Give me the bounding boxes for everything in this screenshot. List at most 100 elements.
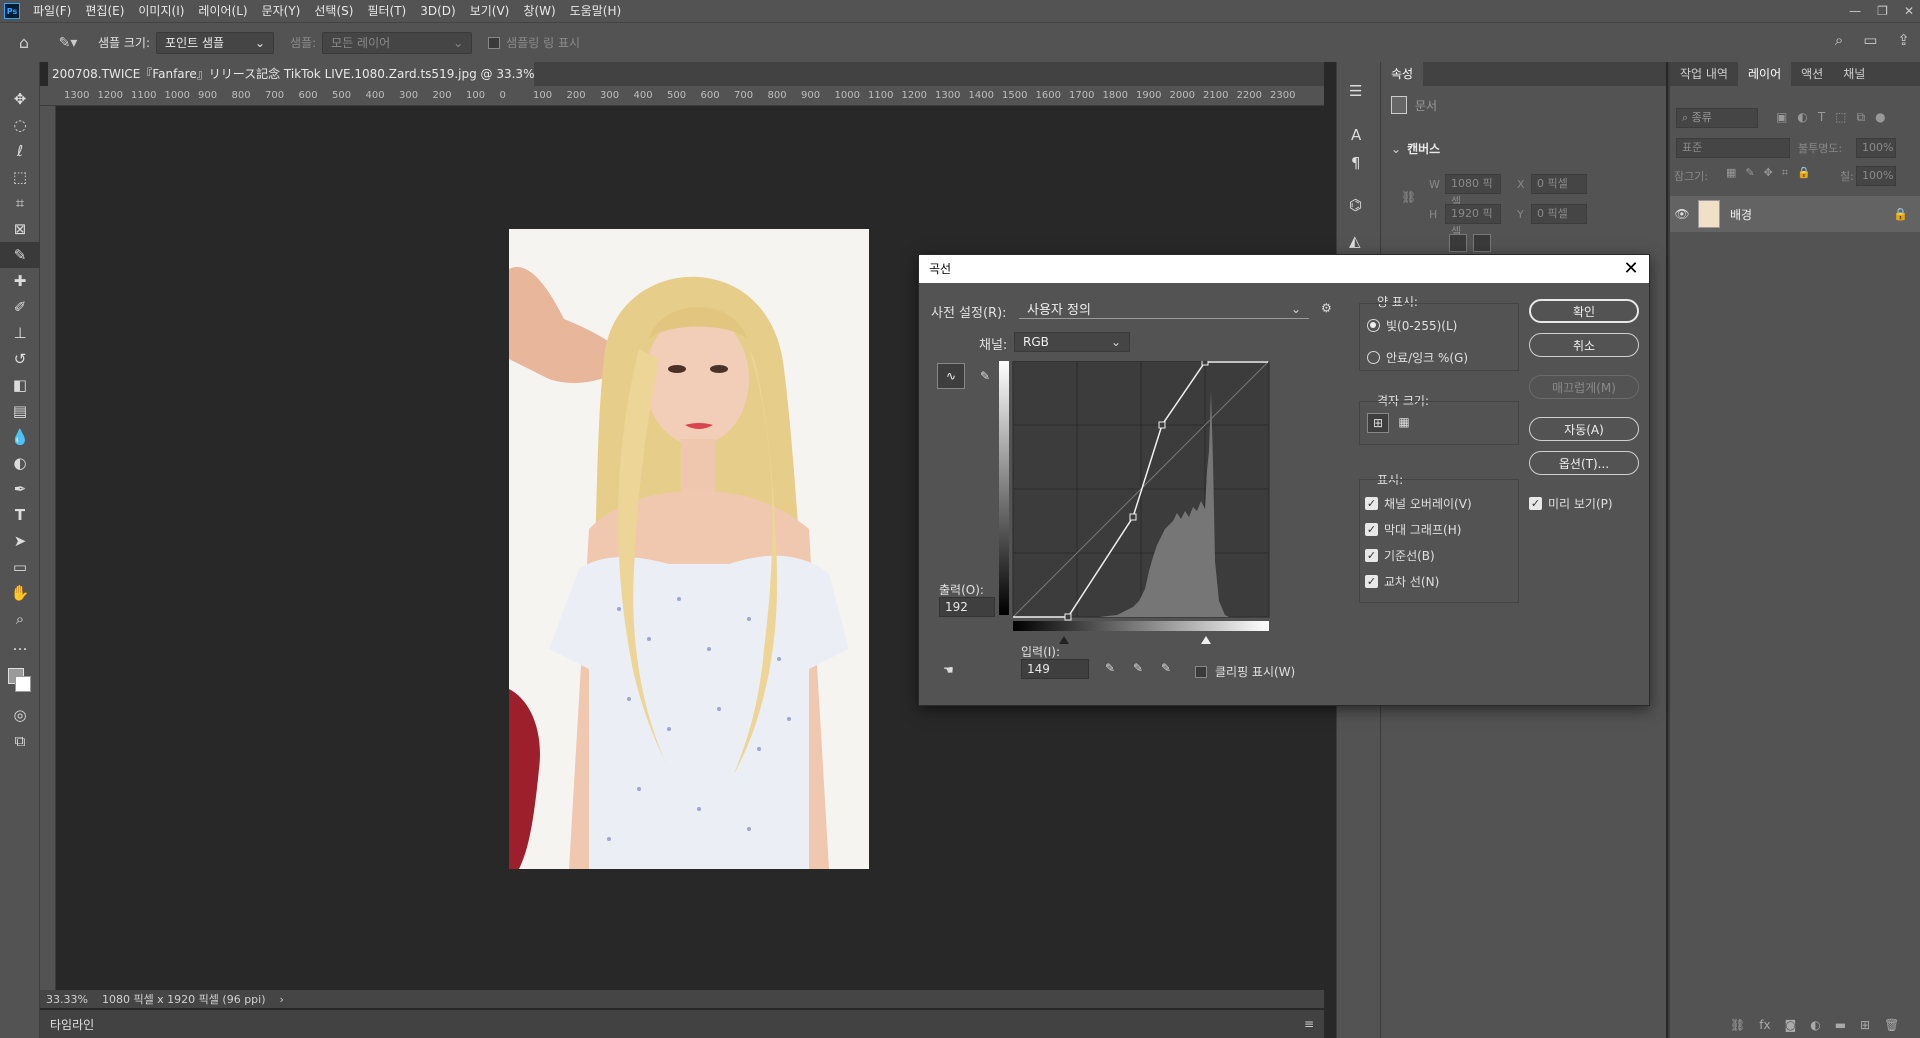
light-radio-row[interactable]: 빛(0-255)(L) <box>1367 317 1457 334</box>
pigment-radio[interactable] <box>1367 351 1380 364</box>
healing-brush-tool-icon[interactable]: ✚ <box>0 268 40 294</box>
background-color-icon[interactable] <box>15 676 31 692</box>
frame-tool-icon[interactable]: ⊠ <box>0 216 40 242</box>
menu-item[interactable]: 레이어(L) <box>191 0 254 22</box>
layer-row[interactable]: 👁 배경 🔒 <box>1670 196 1920 232</box>
preset-select[interactable]: 사용자 정의 ⌄ <box>1019 299 1309 319</box>
filter-smart-icon[interactable]: ⧉ <box>1857 110 1866 125</box>
white-point-slider[interactable] <box>1201 636 1211 644</box>
layer-name[interactable]: 배경 <box>1730 206 1752 223</box>
share-icon[interactable]: ⇪ <box>1897 31 1910 49</box>
output-field[interactable]: 192 <box>939 597 995 617</box>
clone-stamp-tool-icon[interactable]: ⊥ <box>0 320 40 346</box>
curve-control-point[interactable] <box>1201 361 1209 366</box>
paths-panel-icon[interactable]: ⌬ <box>1349 196 1362 214</box>
cancel-button[interactable]: 취소 <box>1529 333 1639 357</box>
height-field[interactable]: 1920 픽셀 <box>1445 204 1501 238</box>
filter-toggle-icon[interactable]: ● <box>1875 110 1885 125</box>
preview-checkbox[interactable]: ✓ <box>1529 497 1542 510</box>
menu-item[interactable]: 보기(V) <box>463 0 517 22</box>
link-layers-icon[interactable]: ⛓ <box>1730 1018 1745 1032</box>
intersection-row[interactable]: ✓ 교차 선(N) <box>1365 573 1439 590</box>
width-field[interactable]: 1080 픽셀 <box>1445 174 1501 208</box>
sample-size-select[interactable]: 포인트 샘플 ⌄ <box>156 31 275 54</box>
curve-control-point[interactable] <box>1129 513 1137 521</box>
workspace-icon[interactable]: ▭ <box>1863 31 1877 49</box>
channel-overlay-row[interactable]: ✓ 채널 오버레이(V) <box>1365 495 1472 512</box>
auto-button[interactable]: 자동(A) <box>1529 417 1639 441</box>
character-panel-icon[interactable]: A <box>1351 126 1361 144</box>
trash-icon[interactable]: 🗑 <box>1884 1018 1899 1032</box>
timeline-label[interactable]: 타임라인 <box>50 1016 94 1033</box>
simple-grid-icon[interactable]: ⊞ <box>1367 413 1389 433</box>
black-point-slider[interactable] <box>1059 636 1069 644</box>
channel-overlay-checkbox[interactable]: ✓ <box>1365 497 1378 510</box>
move-tool-icon[interactable]: ✥ <box>0 86 40 112</box>
screen-mode-icon[interactable]: ⧉ <box>0 728 40 754</box>
menu-item[interactable]: 파일(F) <box>26 0 78 22</box>
tab-properties[interactable]: 속성 <box>1381 62 1424 86</box>
smooth-button[interactable]: 매끄럽게(M) <box>1529 375 1639 399</box>
layers-panel-tab[interactable]: 채널 <box>1833 62 1875 86</box>
new-layer-icon[interactable]: ⊞ <box>1860 1018 1870 1032</box>
filter-type-icon[interactable]: T <box>1818 110 1825 125</box>
landscape-orientation-icon[interactable] <box>1473 234 1491 252</box>
eye-icon[interactable]: 👁 <box>1670 207 1694 221</box>
zoom-level[interactable]: 33.33% <box>46 993 88 1006</box>
curve-edit-point-tool[interactable]: ∿ <box>937 363 965 389</box>
pigment-radio-row[interactable]: 안료/잉크 %(G) <box>1367 349 1468 366</box>
brush-tool-icon[interactable]: ✐ <box>0 294 40 320</box>
new-group-icon[interactable]: ▬ <box>1835 1018 1846 1032</box>
light-radio[interactable] <box>1367 319 1380 332</box>
adjustments-panel-icon[interactable]: ◭ <box>1349 232 1361 250</box>
color-swatches[interactable] <box>0 658 39 702</box>
menu-item[interactable]: 선택(S) <box>307 0 360 22</box>
menu-item[interactable]: 3D(D) <box>413 0 462 22</box>
curve-control-point[interactable] <box>1158 421 1166 429</box>
menu-item[interactable]: 편집(E) <box>78 0 131 22</box>
curve-graph[interactable] <box>999 361 1279 631</box>
chevron-down-icon[interactable]: ⌄ <box>1391 142 1401 156</box>
layer-style-icon[interactable]: fx <box>1759 1018 1770 1032</box>
blend-mode-select[interactable]: 표준 <box>1676 138 1790 158</box>
intersection-checkbox[interactable]: ✓ <box>1365 575 1378 588</box>
panel-menu-icon[interactable]: ≡ <box>1304 1017 1314 1031</box>
blur-tool-icon[interactable]: 💧 <box>0 424 40 450</box>
layers-panel-tab[interactable]: 액션 <box>1791 62 1833 86</box>
object-select-tool-icon[interactable]: ⬚ <box>0 164 40 190</box>
dodge-tool-icon[interactable]: ◐ <box>0 450 40 476</box>
type-tool-icon[interactable]: T <box>0 502 40 528</box>
sample-select[interactable]: 모든 레이어 ⌄ <box>322 31 473 54</box>
menu-item[interactable]: 필터(T) <box>360 0 413 22</box>
pen-tool-icon[interactable]: ✒ <box>0 476 40 502</box>
black-eyedropper-icon[interactable]: ✎ <box>1105 661 1115 675</box>
clipping-checkbox[interactable] <box>1195 665 1207 678</box>
layer-filter-select[interactable]: ⌕ 종류 <box>1676 108 1758 128</box>
pencil-icon[interactable]: ✎ <box>971 363 999 389</box>
path-select-tool-icon[interactable]: ➤ <box>0 528 40 554</box>
channel-select[interactable]: RGB ⌄ <box>1014 332 1130 352</box>
y-field[interactable]: 0 픽셀 <box>1531 204 1587 224</box>
crop-tool-icon[interactable]: ⌗ <box>0 190 40 216</box>
filter-adjustment-icon[interactable]: ◐ <box>1797 110 1807 125</box>
histogram-checkbox[interactable]: ✓ <box>1365 523 1378 536</box>
sample-ring-checkbox[interactable] <box>488 36 501 49</box>
baseline-row[interactable]: ✓ 기준선(B) <box>1365 547 1435 564</box>
on-image-adjust-icon[interactable]: ☚ <box>943 663 954 677</box>
more-tools-icon[interactable]: … <box>0 632 40 658</box>
menu-item[interactable]: 창(W) <box>516 0 562 22</box>
detailed-grid-icon[interactable]: ▦ <box>1393 413 1415 433</box>
histogram-row[interactable]: ✓ 막대 그래프(H) <box>1365 521 1461 538</box>
eyedropper-tool-icon[interactable]: ✎ <box>0 242 40 268</box>
input-field[interactable]: 149 <box>1021 659 1089 679</box>
lock-brush-icon[interactable]: ✎ <box>1745 166 1754 180</box>
portrait-orientation-icon[interactable] <box>1449 234 1467 252</box>
gray-eyedropper-icon[interactable]: ✎ <box>1133 661 1143 675</box>
restore-icon[interactable]: ❐ <box>1877 4 1888 18</box>
lock-move-icon[interactable]: ✥ <box>1764 166 1773 180</box>
history-brush-tool-icon[interactable]: ↺ <box>0 346 40 372</box>
layer-thumbnail[interactable] <box>1698 200 1720 228</box>
close-window-icon[interactable]: ✕ <box>1904 4 1914 18</box>
white-eyedropper-icon[interactable]: ✎ <box>1161 661 1171 675</box>
hand-tool-icon[interactable]: ✋ <box>0 580 40 606</box>
